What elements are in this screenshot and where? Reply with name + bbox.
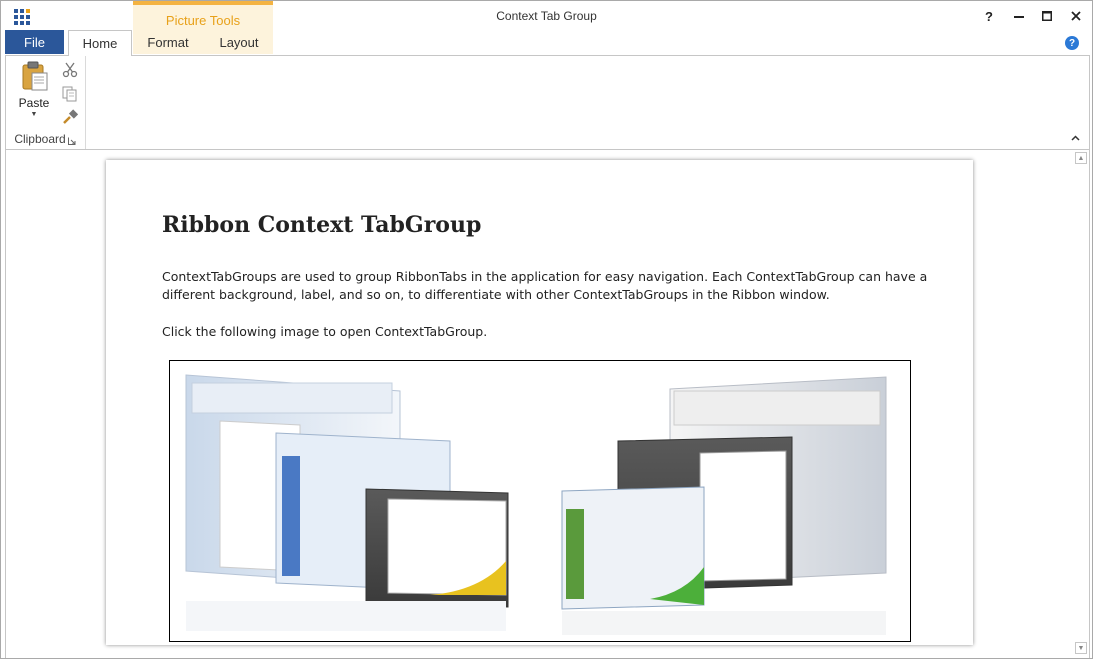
context-tabgroup-preview-image[interactable] bbox=[169, 360, 911, 642]
paste-icon bbox=[22, 61, 48, 91]
dialog-launcher-icon[interactable] bbox=[68, 137, 76, 145]
vertical-scrollbar[interactable]: ▲ ▼ bbox=[1073, 150, 1089, 658]
minimize-button[interactable] bbox=[1009, 7, 1029, 25]
scroll-up-icon[interactable]: ▲ bbox=[1075, 152, 1087, 164]
tab-layout[interactable]: Layout bbox=[207, 30, 271, 55]
maximize-button[interactable] bbox=[1037, 7, 1057, 25]
app-window: Context Tab Group ? Picture Tools File H… bbox=[0, 0, 1093, 659]
copy-icon bbox=[62, 86, 77, 102]
document-paragraph: ContextTabGroups are used to group Ribbo… bbox=[162, 269, 928, 302]
document-area: Ribbon Context TabGroup ContextTabGroups… bbox=[5, 150, 1090, 658]
scroll-down-icon[interactable]: ▼ bbox=[1075, 642, 1087, 654]
scissors-icon bbox=[62, 62, 78, 78]
format-painter-button[interactable] bbox=[60, 107, 80, 127]
close-icon bbox=[1071, 11, 1081, 21]
document-instruction: Click the following image to open Contex… bbox=[162, 324, 488, 339]
close-button[interactable] bbox=[1066, 7, 1086, 25]
ribbon-screenshots-illustration bbox=[185, 374, 887, 635]
collapse-ribbon-icon[interactable] bbox=[1069, 132, 1081, 144]
tab-home[interactable]: Home bbox=[68, 30, 132, 56]
tab-format[interactable]: Format bbox=[139, 30, 197, 55]
ribbon-tab-row: File Home Format Layout ? bbox=[1, 30, 1092, 56]
cut-button[interactable] bbox=[60, 60, 80, 80]
clipboard-group: Paste ▼ Clipboard bbox=[6, 56, 86, 149]
minimize-icon bbox=[1014, 16, 1024, 18]
paste-button[interactable]: Paste ▼ bbox=[12, 59, 56, 121]
context-group-label: Picture Tools bbox=[165, 13, 241, 28]
document-title: Ribbon Context TabGroup bbox=[162, 212, 482, 238]
tab-file[interactable]: File bbox=[5, 30, 64, 54]
help-button[interactable]: ? bbox=[979, 7, 999, 25]
paste-label: Paste bbox=[18, 96, 50, 110]
ribbon-panel: Paste ▼ Clipboard bbox=[5, 55, 1090, 150]
document-page: Ribbon Context TabGroup ContextTabGroups… bbox=[106, 160, 973, 645]
ribbon-help-icon[interactable]: ? bbox=[1065, 36, 1079, 50]
format-painter-icon bbox=[63, 109, 78, 124]
maximize-icon bbox=[1042, 11, 1052, 21]
paste-dropdown-arrow-icon[interactable]: ▼ bbox=[12, 111, 56, 118]
copy-button[interactable] bbox=[60, 84, 80, 104]
